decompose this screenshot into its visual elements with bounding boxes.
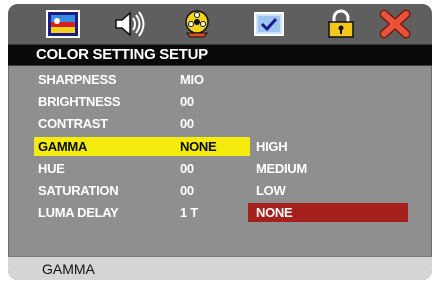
menu-row-hue[interactable]: HUE 00 — [34, 159, 250, 178]
tab-video[interactable] — [180, 9, 214, 39]
lock-icon — [328, 9, 354, 38]
menu-row-sharpness[interactable]: SHARPNESS MIO — [34, 70, 250, 89]
menu-row-value: MIO — [180, 72, 204, 87]
option-none[interactable]: NONE — [248, 203, 408, 222]
menu-row-value: 00 — [180, 116, 194, 131]
checkbox-icon — [254, 12, 284, 36]
tab-preferences[interactable] — [252, 9, 286, 39]
option-low[interactable]: LOW — [248, 181, 408, 200]
menu-row-label: GAMMA — [38, 139, 88, 154]
menu-row-value: 00 — [180, 94, 194, 109]
option-high[interactable]: HIGH — [248, 137, 408, 156]
option-label: NONE — [256, 205, 293, 220]
film-reel-icon — [185, 10, 209, 38]
menu-row-value: 00 — [180, 161, 194, 176]
speaker-icon — [115, 11, 145, 37]
hint-bar: GAMMA — [8, 256, 432, 280]
option-label: HIGH — [256, 139, 288, 154]
osd-menu: COLOR SETTING SETUP SHARPNESS MIO BRIGHT… — [8, 4, 432, 280]
option-label: MEDIUM — [256, 161, 307, 176]
menu-row-value: 00 — [180, 183, 194, 198]
tab-lock[interactable] — [324, 9, 358, 39]
menu-row-value: NONE — [180, 139, 217, 154]
tab-bar — [8, 4, 432, 44]
option-label: LOW — [256, 183, 286, 198]
picture-icon — [46, 10, 80, 38]
menu-row-brightness[interactable]: BRIGHTNESS 00 — [34, 92, 250, 111]
menu-row-label: CONTRAST — [38, 116, 108, 131]
menu-row-label: BRIGHTNESS — [38, 94, 121, 109]
menu-row-label: LUMA DELAY — [38, 205, 119, 220]
option-medium[interactable]: MEDIUM — [248, 159, 408, 178]
menu-row-label: SATURATION — [38, 183, 119, 198]
hint-text: GAMMA — [42, 261, 95, 277]
menu-row-saturation[interactable]: SATURATION 00 — [34, 181, 250, 200]
menu-heading: COLOR SETTING SETUP — [8, 44, 432, 66]
menu-row-label: SHARPNESS — [38, 72, 117, 87]
close-icon — [379, 9, 411, 39]
menu-row-label: HUE — [38, 161, 65, 176]
menu-row-luma-delay[interactable]: LUMA DELAY 1 T — [34, 203, 250, 222]
tab-picture[interactable] — [46, 9, 80, 39]
menu-row-contrast[interactable]: CONTRAST 00 — [34, 114, 250, 133]
tab-exit[interactable] — [378, 9, 412, 39]
menu-row-value: 1 T — [180, 205, 198, 220]
menu-row-gamma[interactable]: GAMMA NONE — [34, 137, 250, 156]
menu-title: COLOR SETTING SETUP — [36, 46, 208, 63]
tab-audio[interactable] — [112, 9, 146, 39]
